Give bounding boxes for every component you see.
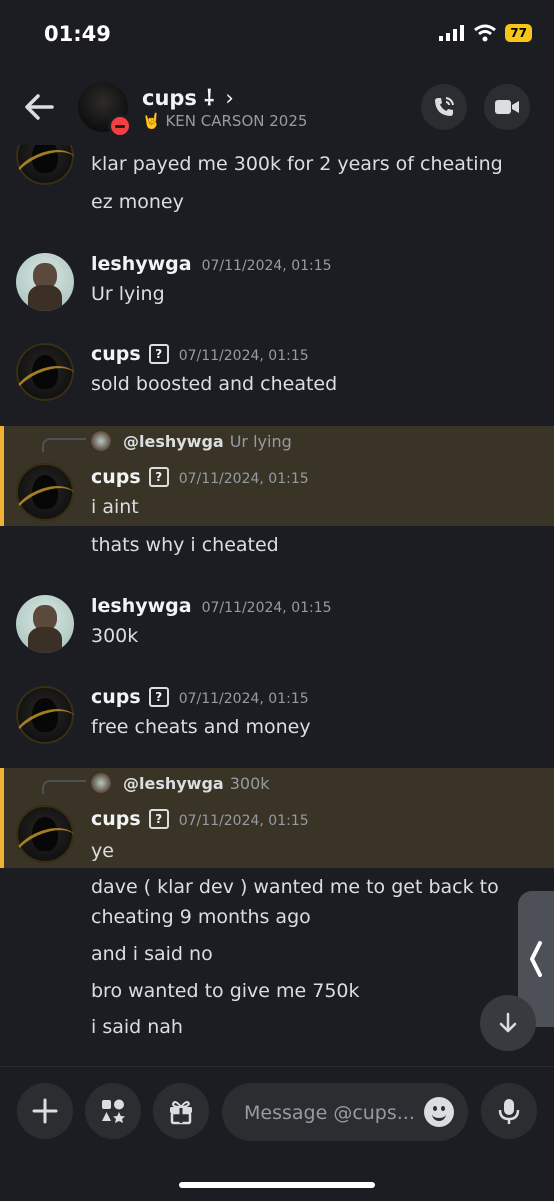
message-text: free cheats and money xyxy=(91,716,311,738)
header-username[interactable]: cups ⸸ › xyxy=(142,84,234,112)
message-timestamp: 07/11/2024, 01:15 xyxy=(178,348,309,364)
username-text: cups xyxy=(91,343,141,365)
reply-text: Ur lying xyxy=(229,432,292,451)
avatar[interactable] xyxy=(16,686,74,744)
dnd-status-icon xyxy=(108,114,132,138)
jump-to-present-button[interactable] xyxy=(480,995,536,1051)
message-timestamp: 07/11/2024, 01:15 xyxy=(178,471,309,487)
wifi-icon xyxy=(474,24,497,42)
voice-call-button[interactable] xyxy=(421,84,467,130)
unknown-tag-icon: ? xyxy=(148,467,169,487)
chevron-right-icon: › xyxy=(225,86,234,110)
message-text: bro wanted to give me 750k xyxy=(91,980,360,1002)
arrow-left-icon[interactable] xyxy=(22,90,56,124)
avatar[interactable] xyxy=(16,253,74,311)
status-time: 01:49 xyxy=(44,22,111,46)
message-text: Ur lying xyxy=(91,283,165,305)
home-indicator[interactable] xyxy=(179,1182,375,1188)
reply-avatar xyxy=(91,431,111,451)
message-username[interactable]: cups? 07/11/2024, 01:15 xyxy=(91,343,309,365)
reply-connector xyxy=(42,438,86,452)
reply-preview[interactable]: @leshywga 300k xyxy=(123,774,270,793)
gift-button[interactable] xyxy=(153,1083,209,1139)
message-text: sold boosted and cheated xyxy=(91,373,338,395)
status-emoji: 🤘 xyxy=(142,112,161,130)
status-icons: 77 xyxy=(439,24,532,42)
message-text: i said nah xyxy=(91,1016,183,1038)
avatar[interactable] xyxy=(16,595,74,653)
plus-icon xyxy=(32,1098,58,1124)
avatar[interactable] xyxy=(16,343,74,401)
voice-message-button[interactable] xyxy=(481,1083,537,1139)
message-timestamp: 07/11/2024, 01:15 xyxy=(178,691,309,707)
reply-text: 300k xyxy=(229,774,270,793)
message-username[interactable]: cups? 07/11/2024, 01:15 xyxy=(91,686,309,708)
message-text: 300k xyxy=(91,625,139,647)
status-bar: 01:49 77 xyxy=(0,0,554,70)
reply-preview[interactable]: @leshywga Ur lying xyxy=(123,432,292,451)
composer-bar xyxy=(0,1066,554,1201)
unknown-tag-icon: ? xyxy=(148,344,169,364)
message-list[interactable]: klar payed me 300k for 2 years of cheati… xyxy=(0,145,554,1065)
message-text: i aint xyxy=(91,496,139,518)
video-call-button[interactable] xyxy=(484,84,530,130)
message-timestamp: 07/11/2024, 01:15 xyxy=(201,600,332,616)
gift-icon xyxy=(170,1101,192,1125)
avatar[interactable] xyxy=(16,145,74,185)
apps-icon xyxy=(102,1099,125,1123)
video-camera-icon xyxy=(495,100,519,114)
header-name-text: cups ⸸ xyxy=(142,86,215,110)
status-text: KEN CARSON 2025 xyxy=(165,112,308,130)
unknown-tag-icon: ? xyxy=(148,687,169,707)
message-username[interactable]: cups? 07/11/2024, 01:15 xyxy=(91,808,309,830)
emoji-smile xyxy=(432,1111,446,1121)
avatar[interactable] xyxy=(16,805,74,863)
username-text: leshywga xyxy=(91,595,192,617)
message-username[interactable]: cups? 07/11/2024, 01:15 xyxy=(91,466,309,488)
phone-call-icon xyxy=(435,97,454,116)
add-attachment-button[interactable] xyxy=(17,1083,73,1139)
message-username[interactable]: leshywga 07/11/2024, 01:15 xyxy=(91,253,332,275)
chevron-left-icon xyxy=(530,941,542,977)
username-text: cups xyxy=(91,808,141,830)
username-text: leshywga xyxy=(91,253,192,275)
signal-icon xyxy=(439,25,465,41)
message-text: klar payed me 300k for 2 years of cheati… xyxy=(91,153,503,175)
message-input-container[interactable] xyxy=(222,1083,468,1143)
microphone-icon xyxy=(498,1099,520,1124)
unknown-tag-icon: ? xyxy=(148,809,169,829)
reply-username: @leshywga xyxy=(123,432,224,451)
message-username[interactable]: leshywga 07/11/2024, 01:15 xyxy=(91,595,332,617)
arrow-down-icon xyxy=(499,1012,517,1033)
message-text: cheating 9 months ago xyxy=(91,906,311,928)
message-text: dave ( klar dev ) wanted me to get back … xyxy=(91,876,499,898)
message-timestamp: 07/11/2024, 01:15 xyxy=(178,813,309,829)
username-text: cups xyxy=(91,466,141,488)
reply-avatar xyxy=(91,773,111,793)
message-text: and i said no xyxy=(91,943,213,965)
message-timestamp: 07/11/2024, 01:15 xyxy=(201,258,332,274)
reply-connector xyxy=(42,780,86,794)
avatar[interactable] xyxy=(16,463,74,521)
reply-username: @leshywga xyxy=(123,774,224,793)
chat-header: cups ⸸ › 🤘 KEN CARSON 2025 xyxy=(0,70,554,145)
message-text: ez money xyxy=(91,191,184,213)
battery-indicator: 77 xyxy=(505,24,532,42)
message-text: thats why i cheated xyxy=(91,534,279,556)
apps-button[interactable] xyxy=(85,1083,141,1139)
message-input[interactable] xyxy=(242,1083,416,1143)
message-text: ye xyxy=(91,840,114,862)
username-text: cups xyxy=(91,686,141,708)
emoji-icon[interactable] xyxy=(424,1097,454,1127)
custom-status: 🤘 KEN CARSON 2025 xyxy=(142,112,307,130)
